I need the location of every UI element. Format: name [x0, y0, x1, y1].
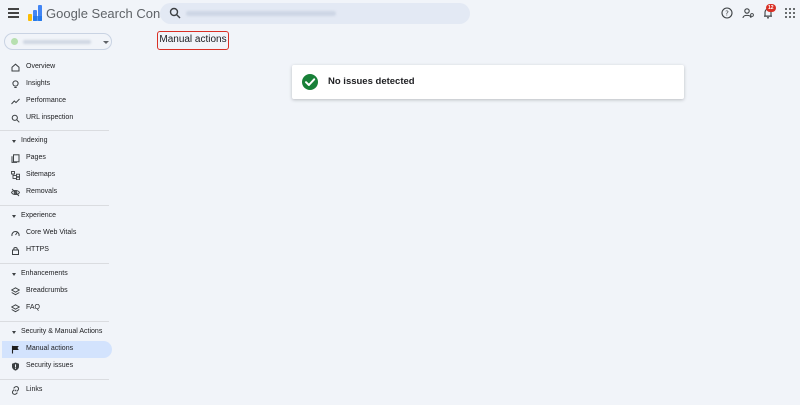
sidebar-item-pages[interactable]: Pages — [2, 150, 112, 167]
status-message: No issues detected — [328, 76, 415, 87]
sidebar-item-insights[interactable]: Insights — [2, 76, 112, 93]
sidebar-item-manual-actions[interactable]: Manual actions — [2, 341, 112, 358]
sidebar-item-label: Removals — [26, 188, 58, 195]
search-icon — [169, 7, 181, 19]
sidebar-item-removals[interactable]: Removals — [2, 184, 112, 201]
account-settings-icon[interactable] — [742, 7, 754, 19]
link-icon — [11, 386, 20, 395]
sidebar-item-core-web-vitals[interactable]: Core Web Vitals — [2, 225, 112, 242]
divider — [0, 130, 109, 131]
sidebar-item-performance[interactable]: Performance — [2, 93, 112, 110]
sidebar-item-label: FAQ — [26, 304, 41, 311]
section-security-manual-actions[interactable]: Security & Manual Actions — [2, 325, 112, 340]
sidebar-item-security-issues[interactable]: Security issues — [2, 358, 112, 375]
trending-icon — [11, 98, 20, 105]
caret-down-icon — [12, 140, 16, 143]
sidebar-item-label: Insights — [26, 80, 51, 87]
sidebar-item-sitemaps[interactable]: Sitemaps — [2, 167, 112, 184]
check-circle-icon — [302, 74, 318, 90]
sidebar-item-label: Pages — [26, 154, 46, 161]
search-console-logo-icon — [28, 5, 42, 21]
chevron-down-icon — [103, 41, 109, 44]
lock-icon — [12, 246, 19, 255]
bulb-icon — [12, 80, 19, 88]
page-title: Manual actions — [157, 31, 229, 50]
sidebar-item-label: HTTPS — [26, 246, 49, 253]
apps-grid-icon[interactable] — [784, 7, 796, 19]
home-icon — [11, 63, 20, 72]
divider — [0, 321, 109, 322]
caret-down-icon — [12, 215, 16, 218]
status-card: No issues detected — [292, 65, 684, 99]
sidebar-item-label: Sitemaps — [26, 171, 56, 178]
svg-text:?: ? — [725, 10, 729, 18]
sidebar-item-https[interactable]: HTTPS — [2, 242, 112, 259]
property-name — [23, 40, 91, 44]
notifications-badge: 12 — [766, 4, 776, 12]
gauge-icon — [11, 231, 20, 237]
divider — [0, 379, 109, 380]
section-label: Indexing — [21, 137, 48, 144]
search-bar[interactable] — [160, 3, 470, 24]
section-label: Security & Manual Actions — [21, 328, 103, 335]
property-selector[interactable] — [4, 33, 112, 50]
search-input[interactable] — [186, 11, 336, 16]
sidebar-item-label: Breadcrumbs — [26, 287, 68, 294]
property-status-dot — [11, 38, 18, 45]
top-bar: Google Search Console ? 12 — [0, 0, 800, 28]
caret-down-icon — [12, 331, 16, 334]
divider — [0, 205, 109, 206]
sidebar-item-label: Core Web Vitals — [26, 229, 77, 236]
flag-icon — [11, 345, 19, 354]
sidebar-item-faq[interactable]: FAQ — [2, 300, 112, 317]
layers-icon — [11, 287, 20, 296]
sidebar-item-breadcrumbs[interactable]: Breadcrumbs — [2, 283, 112, 300]
shield-icon — [12, 362, 19, 371]
section-label: Enhancements — [21, 270, 68, 277]
sidebar-item-overview[interactable]: Overview — [2, 59, 112, 76]
sidebar-item-label: Links — [26, 386, 43, 393]
section-indexing[interactable]: Indexing — [2, 134, 112, 149]
sidebar-item-label: Overview — [26, 63, 56, 70]
pages-icon — [11, 154, 20, 163]
sitemap-icon — [11, 171, 20, 180]
layers-icon — [11, 304, 20, 313]
sidebar-item-label: Security issues — [26, 362, 74, 369]
sidebar-item-url-inspection[interactable]: URL inspection — [2, 110, 112, 127]
caret-down-icon — [12, 273, 16, 276]
divider — [0, 263, 109, 264]
sidebar-item-links[interactable]: Links — [2, 382, 112, 399]
help-icon[interactable]: ? — [721, 7, 733, 19]
search-icon — [11, 114, 20, 123]
section-enhancements[interactable]: Enhancements — [2, 267, 112, 282]
eye-off-icon — [11, 188, 20, 197]
sidebar-item-label: Manual actions — [26, 345, 74, 352]
menu-icon[interactable] — [8, 8, 19, 18]
sidebar-item-label: Performance — [26, 97, 67, 104]
sidebar-item-label: URL inspection — [26, 114, 74, 121]
section-experience[interactable]: Experience — [2, 209, 112, 224]
section-label: Experience — [21, 212, 57, 219]
